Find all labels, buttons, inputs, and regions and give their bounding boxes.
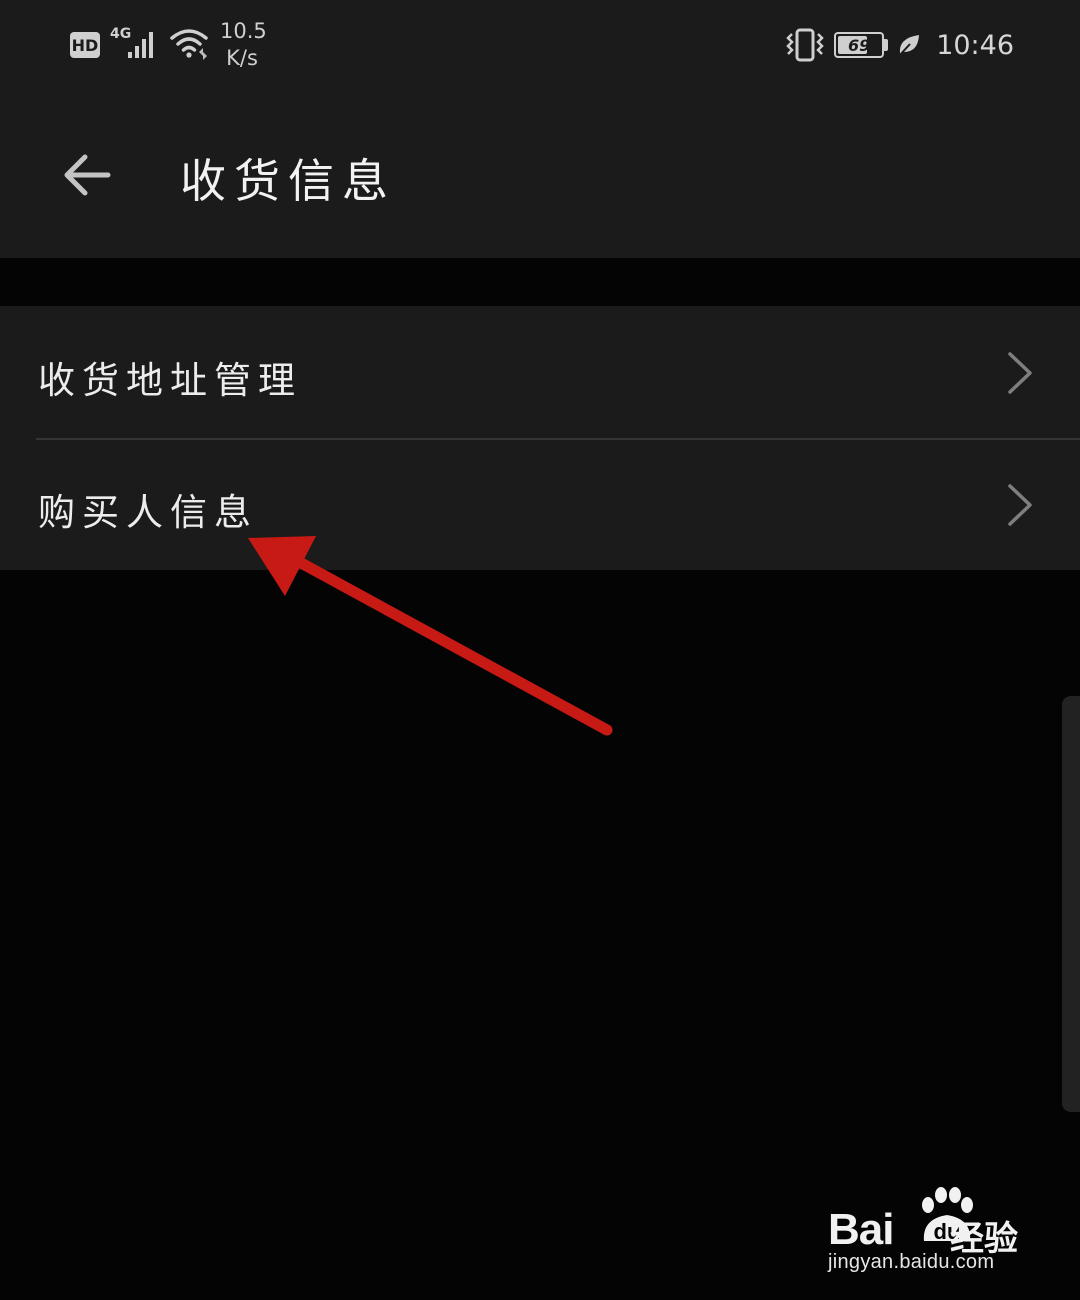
annotation-arrow (248, 536, 613, 736)
watermark-url: jingyan.baidu.com (828, 1251, 995, 1273)
watermark-brand: Bai (828, 1205, 894, 1254)
baidu-jingyan-watermark: Bai du 经验 jingyan.baidu.com (828, 1185, 1028, 1280)
